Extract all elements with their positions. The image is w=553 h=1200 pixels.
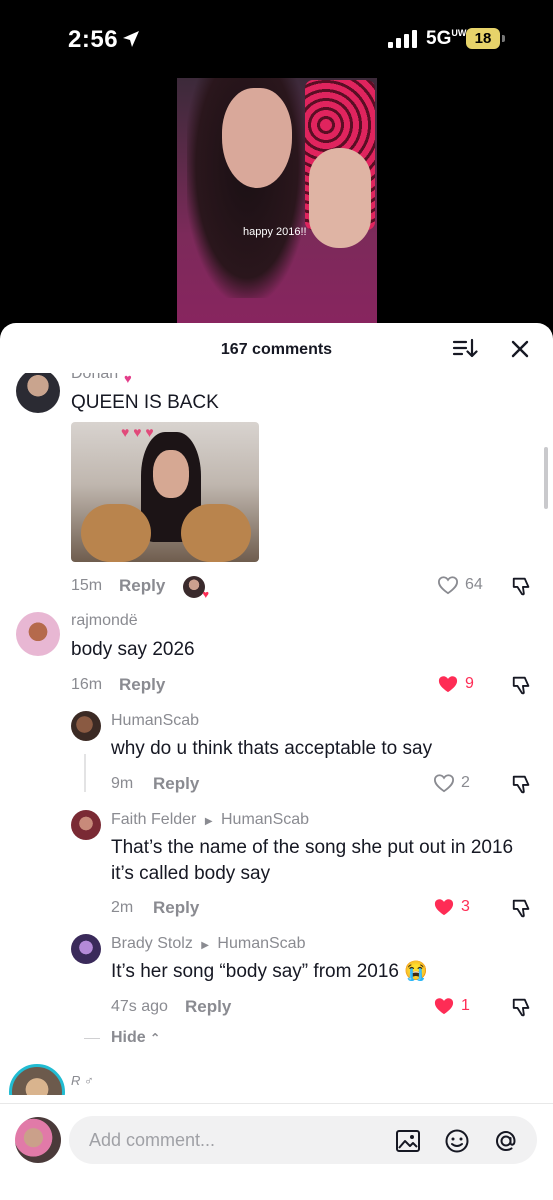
dislike-icon[interactable]	[511, 575, 533, 597]
signal-icon	[388, 30, 417, 48]
battery-indicator: 18	[466, 28, 500, 49]
like-count: 3	[461, 898, 470, 915]
comment-username[interactable]: R ♂	[71, 1073, 94, 1088]
own-avatar[interactable]	[15, 1117, 61, 1163]
status-bar: 2:56 5GUW 18	[0, 0, 553, 80]
reply-time: 9m	[111, 775, 134, 792]
dislike-icon[interactable]	[511, 897, 533, 919]
image-icon[interactable]	[395, 1128, 421, 1154]
reply-to-user[interactable]: HumanScab	[221, 811, 309, 828]
heart-icon	[437, 576, 459, 595]
comment-username[interactable]: Donan	[71, 373, 118, 383]
reply-text: It’s her song “body say” from 2016 😭	[111, 961, 428, 982]
chevron-up-icon: ⌃	[150, 1031, 161, 1045]
video-preview[interactable]: happy 2016!!	[177, 78, 377, 340]
avatar[interactable]	[71, 810, 101, 840]
comments-sheet: 167 comments Donan ♥ QUEEN IS BACK ♥ ♥ ♥…	[0, 323, 553, 1200]
avatar[interactable]	[71, 934, 101, 964]
battery-tip	[502, 35, 505, 42]
comment-input-field[interactable]	[69, 1116, 537, 1164]
heart-icon	[438, 676, 458, 693]
reply-text: why do u think thats acceptable to say	[111, 738, 433, 759]
avatar[interactable]	[71, 711, 101, 741]
like-button[interactable]: 9	[437, 674, 474, 694]
reply-button[interactable]: Reply	[119, 675, 165, 695]
hide-replies-button[interactable]: Hide ⌃	[111, 1029, 160, 1047]
avatar[interactable]	[16, 612, 60, 656]
sheet-header: 167 comments	[0, 323, 553, 373]
heart-icon	[434, 899, 454, 916]
hide-replies-divider	[84, 1038, 100, 1039]
reply-username[interactable]: HumanScab	[111, 712, 199, 730]
dislike-icon[interactable]	[511, 773, 533, 795]
like-count: 9	[465, 675, 474, 692]
avatar[interactable]	[9, 1064, 65, 1095]
status-time: 2:56	[68, 26, 119, 53]
thread-line	[84, 754, 86, 792]
comment-text: QUEEN IS BACK	[71, 392, 219, 413]
creator-liked-badge: ♥	[183, 576, 209, 601]
video-caption: happy 2016!!	[243, 226, 307, 238]
like-count: 1	[461, 997, 470, 1014]
reply-to-user[interactable]: HumanScab	[217, 935, 305, 952]
reply-to-arrow-icon: ▶	[204, 816, 213, 827]
reply-button[interactable]: Reply	[153, 774, 199, 794]
dislike-icon[interactable]	[511, 674, 533, 696]
reply-to-arrow-icon: ▶	[201, 940, 209, 951]
emoji-icon[interactable]	[444, 1128, 470, 1154]
comment-input[interactable]	[89, 1116, 379, 1164]
like-button[interactable]: 3	[433, 897, 470, 917]
comment-image[interactable]: ♥ ♥ ♥	[71, 422, 259, 562]
comment-input-bar	[0, 1103, 553, 1200]
like-count: 2	[461, 774, 470, 791]
mention-icon[interactable]	[493, 1128, 519, 1154]
comment-username[interactable]: rajmondë	[71, 612, 138, 630]
like-button[interactable]: 64	[437, 575, 483, 595]
heart-icon	[433, 774, 455, 793]
reply-text: That’s the name of the song she put out …	[111, 837, 514, 884]
comment-list[interactable]: Donan ♥ QUEEN IS BACK ♥ ♥ ♥ 15m Reply ♥ …	[0, 373, 553, 1095]
comment-time: 16m	[71, 676, 103, 693]
reply-time: 2m	[111, 899, 134, 916]
heart-emoji-icon: ♥	[124, 373, 132, 386]
comment-time: 15m	[71, 577, 103, 594]
reply-username[interactable]: Brady Stolz ▶ HumanScab	[111, 935, 305, 953]
close-icon[interactable]	[508, 337, 532, 361]
dislike-icon[interactable]	[511, 996, 533, 1018]
like-count: 64	[465, 576, 483, 593]
location-arrow-icon	[123, 31, 139, 47]
sort-icon[interactable]	[452, 337, 478, 361]
like-button[interactable]: 1	[433, 996, 470, 1016]
comment-text: body say 2026	[71, 639, 195, 660]
network-label: 5GUW	[426, 28, 467, 49]
reply-button[interactable]: Reply	[185, 997, 231, 1017]
reply-button[interactable]: Reply	[153, 898, 199, 918]
reply-username[interactable]: Faith Felder ▶ HumanScab	[111, 811, 309, 829]
reply-button[interactable]: Reply	[119, 576, 165, 596]
heart-icon	[434, 998, 454, 1015]
avatar[interactable]	[16, 373, 60, 413]
like-button[interactable]: 2	[433, 773, 470, 793]
reply-time: 47s ago	[111, 998, 168, 1015]
scrollbar[interactable]	[544, 447, 548, 509]
